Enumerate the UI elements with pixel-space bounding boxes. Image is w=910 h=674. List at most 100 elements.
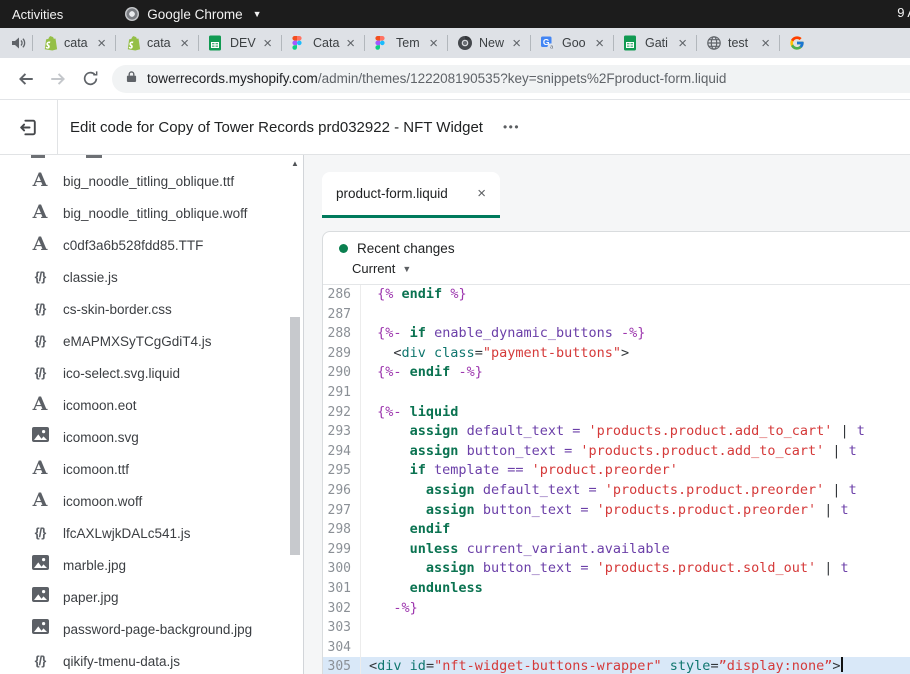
file-name: icomoon.eot	[63, 398, 137, 413]
sheets-favicon	[623, 35, 639, 51]
app-menu-label: Google Chrome	[147, 7, 242, 22]
file-item[interactable]: Abig_noodle_titling_oblique.ttf	[0, 165, 303, 197]
editor-file-tab[interactable]: product-form.liquid ×	[322, 172, 500, 218]
os-top-bar: Activities Google Chrome ▼ 9 A	[0, 0, 910, 28]
editor-tab-label: product-form.liquid	[336, 186, 477, 201]
tab-title: New	[479, 36, 506, 50]
page-title: Edit code for Copy of Tower Records prd0…	[70, 119, 483, 136]
code-line[interactable]: 290 {%- endif -%}	[323, 363, 910, 383]
activities-button[interactable]: Activities	[12, 7, 63, 22]
code-line[interactable]: 303	[323, 618, 910, 638]
browser-tab[interactable]: cata×	[116, 28, 198, 58]
version-dropdown[interactable]: Current ▼	[323, 256, 910, 285]
line-number: 301	[323, 579, 361, 599]
browser-tab[interactable]: Gati ×	[614, 28, 696, 58]
file-item[interactable]: Aicomoon.eot	[0, 389, 303, 421]
tab-separator	[447, 35, 448, 51]
file-item[interactable]: Abig_noodle_titling_oblique.woff	[0, 197, 303, 229]
code-file-icon: {/}	[30, 268, 50, 286]
tab-close-icon[interactable]: ×	[595, 36, 604, 51]
browser-tab[interactable]: DEV×	[199, 28, 281, 58]
code-line[interactable]: 297 assign button_text = 'products.produ…	[323, 501, 910, 521]
os-clock[interactable]: 9 A	[897, 5, 910, 20]
file-item[interactable]: {/}eMAPMXSyTCgGdiT4.js	[0, 325, 303, 357]
code-line[interactable]: 294 assign button_text = 'products.produ…	[323, 442, 910, 462]
version-label: Current	[352, 261, 395, 276]
file-name: c0df3a6b528fdd85.TTF	[63, 238, 203, 253]
code-line[interactable]: 305<div id="nft-widget-buttons-wrapper" …	[323, 657, 910, 674]
file-item[interactable]: icomoon.svg	[0, 421, 303, 453]
code-line[interactable]: 287	[323, 305, 910, 325]
file-item[interactable]: {/}lfcAXLwjkDALc541.js	[0, 517, 303, 549]
code-line[interactable]: 299 unless current_variant.available	[323, 540, 910, 560]
tab-title: Gati	[645, 36, 672, 50]
tab-close-icon[interactable]: ×	[346, 36, 355, 51]
tab-close-icon[interactable]: ×	[512, 36, 521, 51]
file-item[interactable]: password-page-background.jpg	[0, 613, 303, 645]
more-actions-button[interactable]: •••	[497, 116, 526, 138]
tab-close-icon[interactable]: ×	[97, 36, 106, 51]
file-item[interactable]: Aicomoon.ttf	[0, 453, 303, 485]
lock-icon[interactable]	[126, 70, 137, 88]
tab-close-icon[interactable]: ×	[180, 36, 189, 51]
code-text: assign button_text = 'products.product.s…	[361, 559, 910, 579]
code-line[interactable]: 293 assign default_text = 'products.prod…	[323, 422, 910, 442]
browser-tab[interactable]: Tem×	[365, 28, 447, 58]
code-line[interactable]: 289 <div class="payment-buttons">	[323, 344, 910, 364]
exit-code-editor-icon[interactable]	[18, 116, 40, 138]
file-item[interactable]: Ac0df3a6b528fdd85.TTF	[0, 229, 303, 261]
file-item[interactable]: {/} classie.js	[0, 261, 303, 293]
tab-separator	[364, 35, 365, 51]
forward-button[interactable]	[42, 63, 74, 95]
tab-close-icon[interactable]: ×	[761, 36, 770, 51]
reload-button[interactable]	[74, 63, 106, 95]
code-line[interactable]: 302 -%}	[323, 599, 910, 619]
browser-tab[interactable]: Cata×	[282, 28, 364, 58]
image-file-icon	[30, 555, 50, 575]
code-lines[interactable]: 286 {% endif %}287288 {%- if enable_dyna…	[323, 285, 910, 674]
app-menu[interactable]: Google Chrome ▼	[125, 7, 261, 22]
editor-tab-close-icon[interactable]: ×	[477, 185, 486, 202]
line-number: 297	[323, 501, 361, 521]
tab-close-icon[interactable]: ×	[429, 36, 438, 51]
recent-changes-dot-icon	[339, 244, 348, 253]
line-number: 303	[323, 618, 361, 638]
code-line[interactable]: 292 {%- liquid	[323, 403, 910, 423]
tab-close-icon[interactable]: ×	[678, 36, 687, 51]
file-item[interactable]: {/}ico-select.svg.liquid	[0, 357, 303, 389]
code-line[interactable]: 291	[323, 383, 910, 403]
code-line[interactable]: 301 endunless	[323, 579, 910, 599]
scroll-up-arrow-icon[interactable]: ▲	[289, 159, 301, 168]
sidebar-scrollbar[interactable]: ▲	[289, 155, 301, 674]
code-line[interactable]: 286 {% endif %}	[323, 285, 910, 305]
address-bar[interactable]: towerrecords.myshopify.com/admin/themes/…	[112, 65, 910, 93]
file-name: classie.js	[63, 270, 118, 285]
browser-tab[interactable]: test×	[697, 28, 779, 58]
file-item[interactable]: paper.jpg	[0, 581, 303, 613]
code-line[interactable]: 295 if template == 'product.preorder'	[323, 461, 910, 481]
tab-close-icon[interactable]: ×	[263, 36, 272, 51]
file-item[interactable]: marble.jpg	[0, 549, 303, 581]
file-item[interactable]: {/}qikify-tmenu-data.js	[0, 645, 303, 674]
back-button[interactable]	[10, 63, 42, 95]
code-text: assign button_text = 'products.product.a…	[361, 442, 910, 462]
browser-tab[interactable]: New ×	[448, 28, 530, 58]
browser-tab[interactable]: GaGoo×	[531, 28, 613, 58]
browser-tab[interactable]	[780, 28, 840, 58]
code-text: assign default_text = 'products.product.…	[361, 422, 910, 442]
code-line[interactable]: 300 assign button_text = 'products.produ…	[323, 559, 910, 579]
code-text	[361, 305, 910, 325]
image-file-icon	[30, 587, 50, 607]
scrollbar-thumb[interactable]	[290, 317, 300, 555]
file-item[interactable]: {/}cs-skin-border.css	[0, 293, 303, 325]
code-line[interactable]: 288 {%- if enable_dynamic_buttons -%}	[323, 324, 910, 344]
recent-changes-row: Recent changes	[323, 232, 910, 256]
code-line[interactable]: 304	[323, 638, 910, 658]
code-line[interactable]: 298 endif	[323, 520, 910, 540]
file-item[interactable]: Aicomoon.woff	[0, 485, 303, 517]
code-line[interactable]: 296 assign default_text = 'products.prod…	[323, 481, 910, 501]
browser-tab[interactable]: cata×	[33, 28, 115, 58]
code-text: {%- liquid	[361, 403, 910, 423]
browser-tabs: cata×cata×DEV×Cata×Tem×New×GaGoo×Gati×te…	[32, 28, 910, 58]
audio-speaker-icon[interactable]	[10, 34, 28, 52]
